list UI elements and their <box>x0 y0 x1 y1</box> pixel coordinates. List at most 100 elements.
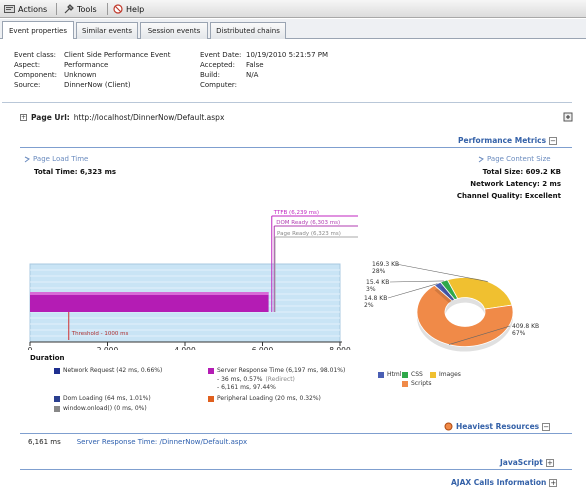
content-size-donut: 14.8 KB2% 15.4 KB3% 169.3 KB28% 409.8 KB67% <box>364 261 539 352</box>
duration-bar-highlight <box>30 292 269 295</box>
help-label: Help <box>126 4 145 14</box>
legend-label: window.onload() (0 ms, 0%) <box>63 405 147 412</box>
x-tick-label: 6,000 <box>252 346 274 350</box>
tab-event-properties[interactable]: Event properties <box>2 21 74 39</box>
x-tick-label: 2,000 <box>97 346 119 350</box>
performance-metrics-title: Performance Metrics <box>458 136 547 145</box>
actions-icon <box>4 5 15 13</box>
legend-dom-loading: Dom Loading (64 ms, 1.01%) <box>54 395 151 402</box>
tab-distributed-chains[interactable]: Distributed chains <box>210 22 286 39</box>
x-tick-label: 0 <box>28 346 33 350</box>
donut-leader-line <box>389 280 444 283</box>
page-content-size-text: Page Content Size <box>487 155 551 163</box>
legend-label: (Redirect) <box>265 376 295 383</box>
page-url-value: http://localhost/DinnerNow/Default.aspx <box>73 113 225 122</box>
event-class-value: Client Side Performance Event <box>64 51 171 59</box>
donut-leader-line <box>395 263 488 282</box>
refresh-icon <box>24 156 30 162</box>
expand-toggle[interactable]: + <box>20 114 27 121</box>
event-class-label: Event class: <box>14 51 57 59</box>
heaviest-resources-header[interactable]: Heaviest Resources − <box>444 422 551 431</box>
performance-divider <box>20 147 572 148</box>
accepted-value: False <box>246 61 264 69</box>
legend-redirect: - 36 ms, 0.57% (Redirect) <box>217 376 295 383</box>
network-latency: Network Latency: 2 ms <box>470 180 561 188</box>
donut-value-label: 409.8 KB <box>512 323 539 330</box>
actions-label: Actions <box>18 4 48 14</box>
collapse-toggle[interactable]: − <box>542 422 551 431</box>
legend-label: Scripts <box>411 380 432 387</box>
heaviest-resource-row: 6,161 ms Server Response Time: /DinnerNo… <box>28 438 247 446</box>
total-time: Total Time: 6,323 ms <box>34 168 117 176</box>
actions-button[interactable]: Actions <box>4 2 47 16</box>
tab-similar-events[interactable]: Similar events <box>76 22 138 39</box>
tab-session-events[interactable]: Session events <box>140 22 208 39</box>
resource-link[interactable]: Server Response Time: /DinnerNow/Default… <box>77 438 247 446</box>
legend-server-response: Server Response Time (6,197 ms, 98.01%) <box>208 367 345 374</box>
expand-toggle[interactable]: + <box>549 478 558 487</box>
donut-legend-html: Html <box>378 371 401 378</box>
properties-divider <box>2 102 572 103</box>
legend-label: - 6,161 ms, 97.44% <box>217 384 276 391</box>
tab-strip: Event properties Similar events Session … <box>0 19 586 39</box>
legend-label: CSS <box>411 371 423 378</box>
page-url-label: Page Url: <box>31 113 70 122</box>
tab-label: Similar events <box>81 27 133 35</box>
source-link[interactable]: DinnerNow (Client) <box>64 80 131 90</box>
tools-label: Tools <box>77 4 97 14</box>
help-button[interactable]: Help <box>113 2 144 16</box>
build-value: N/A <box>246 71 259 79</box>
legend-label: - 36 ms, 0.57% <box>217 376 263 383</box>
legend-swatch <box>54 367 60 374</box>
duration-axis-label: Duration <box>30 354 65 362</box>
event-date-value: 10/19/2010 5:21:57 PM <box>246 51 329 59</box>
collapse-toggle[interactable]: − <box>549 136 558 145</box>
expand-toggle[interactable]: + <box>545 458 554 467</box>
computer-label: Computer: <box>200 81 238 89</box>
component-label: Component: <box>14 71 57 79</box>
heaviest-resources-title: Heaviest Resources <box>456 422 540 431</box>
toolbar-separator <box>107 3 108 15</box>
legend-label: Network Request (42 ms, 0.66%) <box>63 367 163 374</box>
javascript-divider <box>20 469 572 470</box>
tab-label: Session events <box>147 27 201 35</box>
marker-label: TTFB (6,239 ms) <box>273 210 319 216</box>
legend-label: Dom Loading (64 ms, 1.01%) <box>63 395 151 402</box>
tab-label: Event properties <box>9 26 67 35</box>
javascript-header[interactable]: JavaScript + <box>500 458 554 467</box>
tools-button[interactable]: Tools <box>64 2 97 16</box>
legend-swatch <box>54 395 60 402</box>
legend-label: Html <box>387 371 402 378</box>
tab-label: Distributed chains <box>216 27 280 35</box>
legend-network-request: Network Request (42 ms, 0.66%) <box>54 367 162 374</box>
accepted-label: Accepted: <box>200 61 235 69</box>
tools-icon <box>64 4 74 14</box>
legend-swatch <box>54 405 60 412</box>
legend-swatch <box>430 371 436 378</box>
legend-server-main: - 6,161 ms, 97.44% <box>217 384 276 391</box>
toolbar-separator <box>56 3 57 15</box>
legend-peripheral-loading: Peripheral Loading (20 ms, 0.32%) <box>208 395 321 402</box>
marker-label: Page Ready (6,323 ms) <box>277 231 341 237</box>
legend-swatch <box>402 371 408 378</box>
duration-chart: Threshold - 1000 ms TTFB (6,239 ms) DOM R… <box>28 210 358 350</box>
page-url-action-icon[interactable] <box>563 112 573 122</box>
donut-value-label: 15.4 KB <box>366 279 389 286</box>
resource-time: 6,161 ms <box>28 438 61 446</box>
legend-label: Peripheral Loading (20 ms, 0.32%) <box>217 395 321 402</box>
ajax-header[interactable]: AJAX Calls Information + <box>451 478 558 487</box>
page-load-time-label: Page Load Time <box>24 155 88 163</box>
page-url-row: + Page Url: http://localhost/DinnerNow/D… <box>20 113 224 122</box>
build-label: Build: <box>200 71 220 79</box>
performance-metrics-header[interactable]: Performance Metrics − <box>458 136 558 145</box>
donut-legend-css: CSS <box>402 371 423 378</box>
legend-swatch <box>402 380 408 387</box>
donut-percent-label: 2% <box>364 302 374 309</box>
donut-value-label: 14.8 KB <box>364 295 387 302</box>
total-size: Total Size: 609.2 KB <box>482 168 561 176</box>
donut-percent-label: 67% <box>512 330 526 337</box>
legend-swatch <box>208 395 214 402</box>
donut-percent-label: 3% <box>366 286 376 293</box>
content-size-legend: Html CSS Images Scripts <box>378 371 498 391</box>
ajax-title: AJAX Calls Information <box>451 478 547 487</box>
